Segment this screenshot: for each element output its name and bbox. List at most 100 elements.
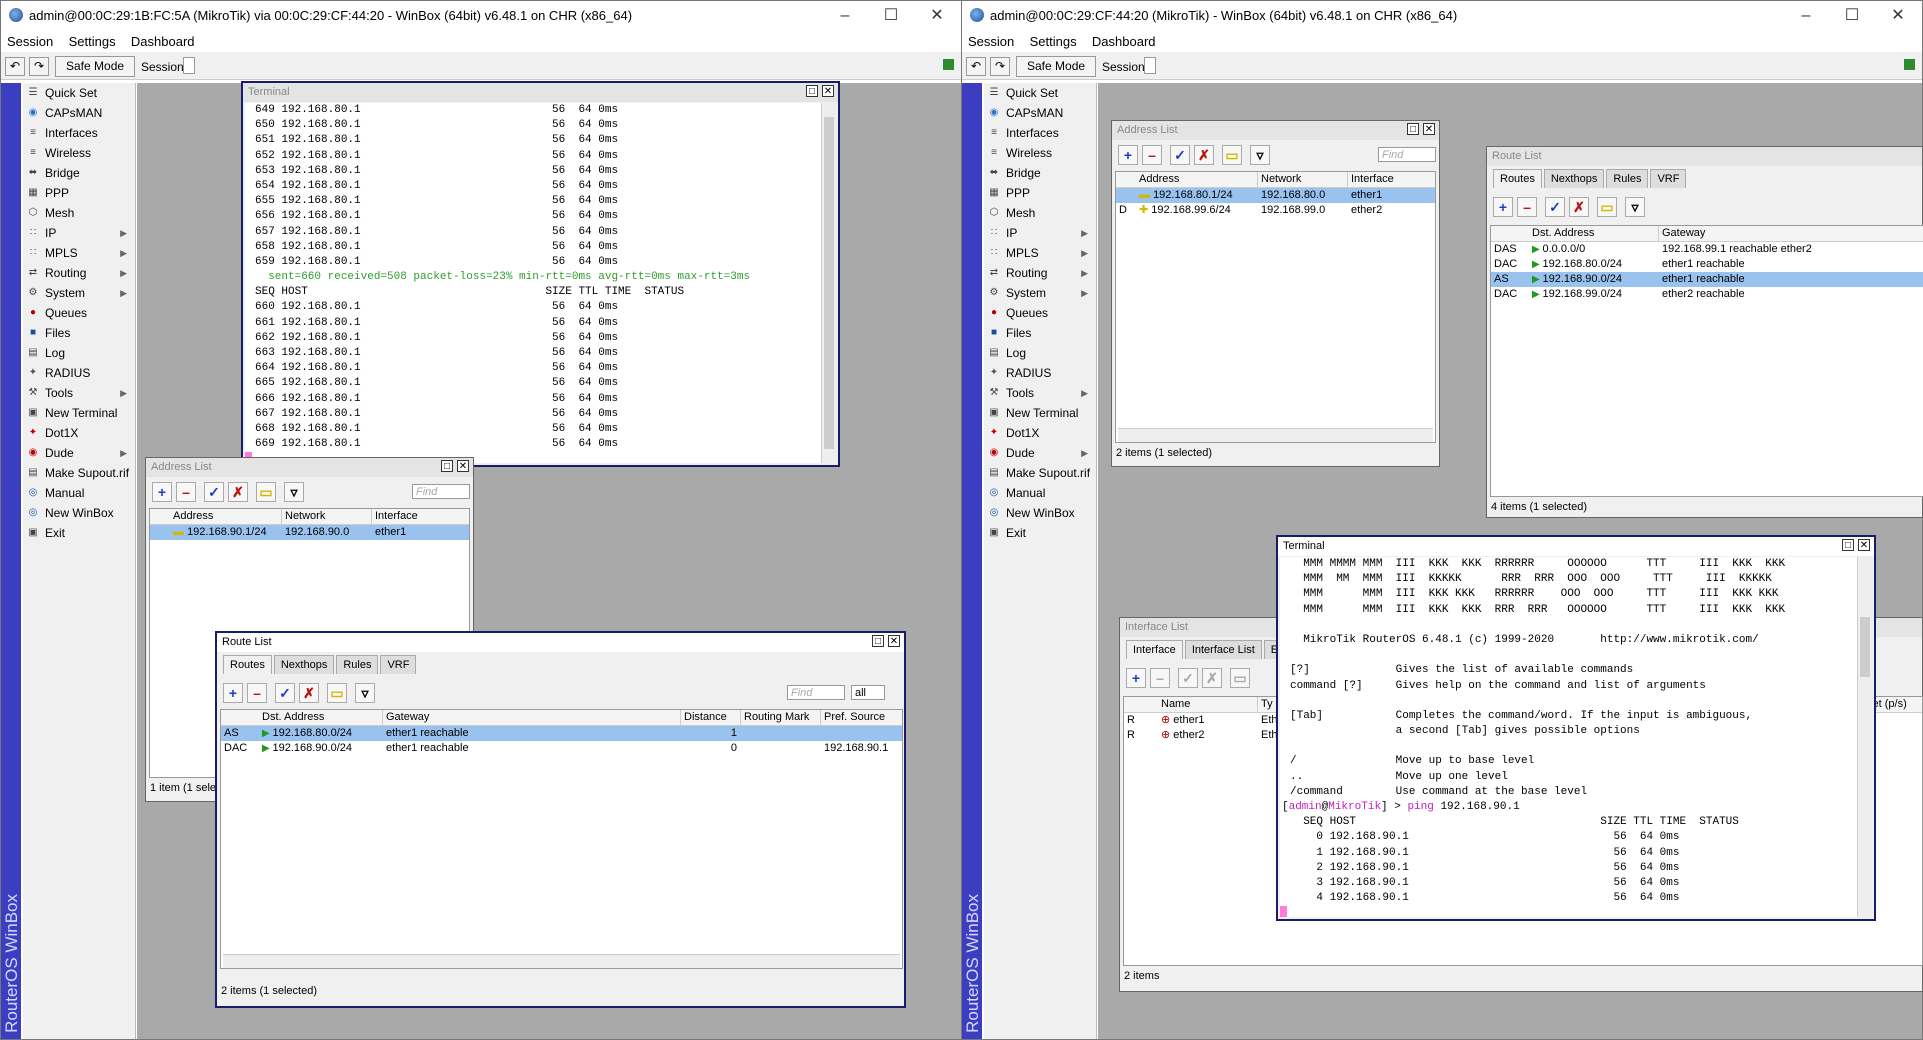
redo-icon[interactable]: ↷ [990, 57, 1010, 76]
filter-icon[interactable]: ▿ [355, 683, 375, 703]
close-icon[interactable]: ✕ [822, 85, 834, 97]
table-row[interactable]: DAS ▶ 0.0.0.0/0 192.168.99.1 reachable eth… [1491, 242, 1923, 257]
col-gateway[interactable]: Gateway [1659, 226, 1923, 241]
restore-icon[interactable]: □ [806, 85, 818, 97]
sidebar-item-mpls[interactable]: ∷ MPLS ▶ [984, 243, 1096, 263]
remove-icon[interactable]: – [1150, 668, 1170, 688]
sidebar-item-routing[interactable]: ⇄ Routing ▶ [23, 263, 135, 283]
col-address[interactable]: Address [1136, 172, 1258, 187]
col-distance[interactable]: Distance [681, 710, 741, 725]
find-input[interactable]: Find [1378, 147, 1436, 162]
remove-icon[interactable]: – [1142, 145, 1162, 165]
enable-icon[interactable]: ✓ [1178, 668, 1198, 688]
comment-icon[interactable]: ▭ [327, 683, 347, 703]
session-field[interactable] [183, 57, 195, 74]
close-icon[interactable]: ✕ [888, 635, 900, 647]
sidebar-item-bridge[interactable]: ⬌ Bridge [984, 163, 1096, 183]
sidebar-item-interfaces[interactable]: ≡ Interfaces [984, 123, 1096, 143]
menu-dashboard[interactable]: Dashboard [125, 32, 201, 52]
menu-session[interactable]: Session [962, 32, 1020, 52]
sidebar-item-mesh[interactable]: ⬡ Mesh [23, 203, 135, 223]
filter-icon[interactable]: ▿ [1625, 197, 1645, 217]
disable-icon[interactable]: ✗ [299, 683, 319, 703]
remove-icon[interactable]: – [247, 683, 267, 703]
close-icon[interactable]: ✕ [1858, 539, 1870, 551]
sidebar-item-routing[interactable]: ⇄ Routing ▶ [984, 263, 1096, 283]
sidebar-item-ip[interactable]: ∷ IP ▶ [984, 223, 1096, 243]
add-icon[interactable]: + [1118, 145, 1138, 165]
menu-session[interactable]: Session [1, 32, 59, 52]
sidebar-item-log[interactable]: ▤ Log [984, 343, 1096, 363]
tab-interface[interactable]: Interface [1126, 640, 1183, 659]
sidebar-item-new-terminal[interactable]: ▣ New Terminal [984, 403, 1096, 423]
col-address[interactable]: Address [170, 509, 282, 524]
session-field[interactable] [1144, 57, 1156, 74]
sidebar-item-wireless[interactable]: ≡ Wireless [984, 143, 1096, 163]
sidebar-item-dude[interactable]: ◉ Dude ▶ [984, 443, 1096, 463]
sidebar-item-system[interactable]: ⚙ System ▶ [984, 283, 1096, 303]
comment-icon[interactable]: ▭ [1222, 145, 1242, 165]
sidebar-item-ip[interactable]: ∷ IP ▶ [23, 223, 135, 243]
sidebar-item-capsman[interactable]: ◉ CAPsMAN [23, 103, 135, 123]
sidebar-item-mesh[interactable]: ⬡ Mesh [984, 203, 1096, 223]
menu-settings[interactable]: Settings [1024, 32, 1083, 52]
sidebar-item-wireless[interactable]: ≡ Wireless [23, 143, 135, 163]
sidebar-item-dude[interactable]: ◉ Dude ▶ [23, 443, 135, 463]
sidebar-item-files[interactable]: ■ Files [23, 323, 135, 343]
horizontal-scrollbar[interactable] [1118, 428, 1433, 442]
enable-icon[interactable]: ✓ [204, 482, 224, 502]
add-icon[interactable]: + [1126, 668, 1146, 688]
table-row[interactable]: DAC ▶ 192.168.99.0/24 ether2 reachable [1491, 287, 1923, 302]
col-routing-mark[interactable]: Routing Mark [741, 710, 821, 725]
sidebar-item-make-supout-rif[interactable]: ▤ Make Supout.rif [984, 463, 1096, 483]
close-button[interactable]: ✕ [1878, 5, 1918, 27]
maximize-button[interactable]: ☐ [871, 5, 911, 27]
tab-routes[interactable]: Routes [223, 655, 272, 674]
disable-icon[interactable]: ✗ [1202, 668, 1222, 688]
remove-icon[interactable]: – [1517, 197, 1537, 217]
find-input[interactable]: Find [412, 484, 470, 499]
restore-icon[interactable]: □ [1842, 539, 1854, 551]
sidebar-item-new-terminal[interactable]: ▣ New Terminal [23, 403, 135, 423]
close-icon[interactable]: ✕ [1423, 123, 1435, 135]
col-network[interactable]: Network [1258, 172, 1348, 187]
tab-interface-list[interactable]: Interface List [1184, 640, 1262, 659]
table-row[interactable]: AS ▶ 192.168.90.0/24 ether1 reachable [1491, 272, 1923, 287]
sidebar-item-capsman[interactable]: ◉ CAPsMAN [984, 103, 1096, 123]
sidebar-item-new-winbox[interactable]: ◎ New WinBox [984, 503, 1096, 523]
find-input[interactable]: Find [787, 685, 845, 700]
sidebar-item-quick-set[interactable]: ☰ Quick Set [984, 83, 1096, 103]
sidebar-item-dot1x[interactable]: ✦ Dot1X [23, 423, 135, 443]
sidebar-item-ppp[interactable]: ▦ PPP [984, 183, 1096, 203]
undo-icon[interactable]: ↶ [966, 57, 986, 76]
disable-icon[interactable]: ✗ [1194, 145, 1214, 165]
tab-rules[interactable]: Rules [336, 655, 379, 674]
filter-select[interactable]: all [851, 685, 885, 700]
terminal-output[interactable]: MMM MMMM MMM III KKK KKK RRRRRR OOOOOO T… [1280, 557, 1858, 917]
disable-icon[interactable]: ✗ [1569, 197, 1589, 217]
filter-icon[interactable]: ▿ [1250, 145, 1270, 165]
add-icon[interactable]: + [152, 482, 172, 502]
sidebar-item-files[interactable]: ■ Files [984, 323, 1096, 343]
sidebar-item-exit[interactable]: ▣ Exit [23, 523, 135, 543]
sidebar-item-make-supout-rif[interactable]: ▤ Make Supout.rif [23, 463, 135, 483]
table-row[interactable]: ▬ 192.168.80.1/24 192.168.80.0 ether1 [1116, 188, 1435, 203]
sidebar-item-radius[interactable]: ✦ RADIUS [984, 363, 1096, 383]
sidebar-item-interfaces[interactable]: ≡ Interfaces [23, 123, 135, 143]
table-row[interactable]: DAC ▶ 192.168.90.0/24 ether1 reachable 0 192… [221, 741, 902, 756]
sidebar-item-system[interactable]: ⚙ System ▶ [23, 283, 135, 303]
col-gateway[interactable]: Gateway [383, 710, 681, 725]
sidebar-item-ppp[interactable]: ▦ PPP [23, 183, 135, 203]
close-icon[interactable]: ✕ [457, 460, 469, 472]
minimize-button[interactable]: – [825, 5, 865, 27]
horizontal-scrollbar[interactable] [223, 954, 900, 968]
menu-dashboard[interactable]: Dashboard [1086, 32, 1162, 52]
tab-vrf[interactable]: VRF [1650, 169, 1687, 188]
col-name[interactable]: Name [1158, 697, 1258, 712]
remove-icon[interactable]: – [176, 482, 196, 502]
tab-rules[interactable]: Rules [1606, 169, 1649, 188]
filter-icon[interactable]: ▿ [284, 482, 304, 502]
menu-settings[interactable]: Settings [63, 32, 122, 52]
col-interface[interactable]: Interface [1348, 172, 1435, 187]
close-button[interactable]: ✕ [917, 5, 957, 27]
